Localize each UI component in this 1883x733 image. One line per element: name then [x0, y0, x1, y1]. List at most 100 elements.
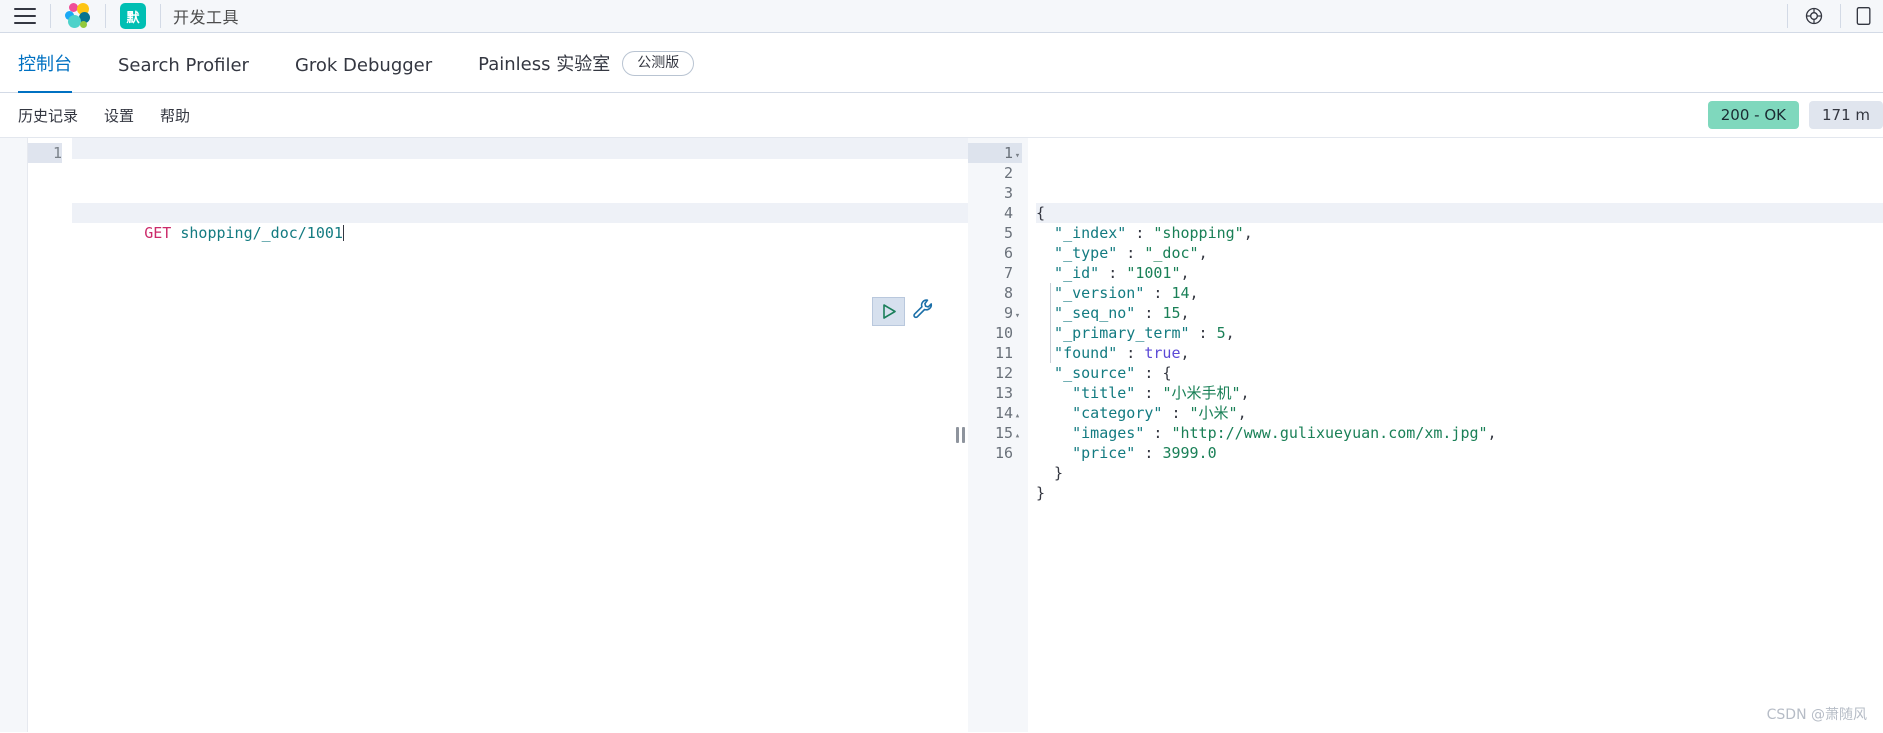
code-token: :: [1135, 304, 1163, 322]
space-selector-button[interactable]: 默: [106, 0, 160, 32]
response-line: "images" : "http://www.gulixueyuan.com/x…: [1036, 423, 1883, 443]
code-token: :: [1117, 344, 1145, 362]
response-line: [1036, 503, 1883, 523]
code-token: ,: [1487, 424, 1497, 442]
response-viewer-pane[interactable]: 1 ▾ 2 3 4 5 6 7 8 9 ▾ 10 11 12 13 14 ▴ 15 ▴ 16 { "_index" :…: [968, 138, 1883, 732]
code-token: {: [1036, 204, 1046, 222]
code-token: "images": [1036, 424, 1145, 442]
pane-splitter[interactable]: [952, 138, 968, 732]
text-caret: [342, 225, 344, 241]
response-line: "_index" : "shopping",: [1036, 223, 1883, 243]
request-actions: [872, 297, 935, 326]
code-token: :: [1144, 424, 1172, 442]
line-number: 1 ▾: [968, 143, 1022, 163]
response-status-group: 200 - OK 171 m: [1707, 101, 1883, 129]
code-token: 3999.0: [1162, 444, 1217, 462]
submenu-item-history[interactable]: 历史记录: [18, 105, 78, 126]
code-token: :: [1135, 444, 1163, 462]
line-number: 16: [994, 444, 1013, 462]
code-token: "_type": [1036, 244, 1118, 262]
code-token: ,: [1189, 284, 1199, 302]
indent-guide: [1050, 283, 1051, 363]
response-line: "_version" : 14,: [1036, 283, 1883, 303]
submenu-item-settings[interactable]: 设置: [104, 105, 134, 126]
code-token: "category": [1036, 404, 1163, 422]
tab-painless-lab-label: Painless 实验室: [478, 54, 611, 75]
response-line: "price" : 3999.0: [1036, 443, 1883, 463]
response-line-numbers: 1 ▾ 2 3 4 5 6 7 8 9 ▾ 10 11 12 13 14 ▴ 15 ▴ 16: [968, 138, 1028, 732]
console-editor-area: 1 GET shopping/_doc/1001 1 ▾ 2 3 4 5 6 7…: [0, 138, 1883, 732]
response-code-area[interactable]: { "_index" : "shopping", "_type" : "_doc…: [1028, 138, 1883, 732]
tab-console[interactable]: 控制台: [18, 50, 94, 93]
response-line: }: [1036, 483, 1883, 503]
code-token: "http://www.gulixueyuan.com/xm.jpg": [1171, 424, 1488, 442]
play-triangle-icon: [882, 304, 896, 319]
code-token: :: [1099, 264, 1127, 282]
drag-handle-icon[interactable]: [955, 427, 965, 443]
notebook-button[interactable]: [1841, 0, 1883, 32]
line-number: 12: [994, 364, 1013, 382]
tab-painless-lab[interactable]: Painless 实验室 公测版: [478, 50, 716, 92]
code-token: true: [1144, 344, 1181, 362]
tab-search-profiler[interactable]: Search Profiler: [118, 55, 271, 92]
response-line: "_seq_no" : 15,: [1036, 303, 1883, 323]
code-token: {: [1162, 364, 1172, 382]
elastic-home-link[interactable]: [51, 0, 105, 32]
open-documentation-button[interactable]: [911, 297, 935, 326]
page-title: 开发工具: [161, 0, 253, 32]
devtools-tab-bar: 控制台 Search Profiler Grok Debugger Painle…: [0, 33, 1883, 93]
nav-menu-button[interactable]: [0, 0, 50, 32]
code-token: }: [1036, 464, 1064, 482]
line-number: 6: [1003, 244, 1013, 262]
line-number: 4: [1003, 204, 1013, 222]
code-token: ,: [1225, 324, 1235, 342]
code-token: "_id": [1036, 264, 1100, 282]
space-avatar: 默: [120, 3, 146, 29]
code-token: ,: [1237, 404, 1247, 422]
line-number: 13: [994, 384, 1013, 402]
tab-console-label: 控制台: [18, 54, 72, 75]
code-token: "_index": [1036, 224, 1127, 242]
beta-badge: 公测版: [622, 50, 695, 76]
code-token: "_version": [1036, 284, 1145, 302]
tab-grok-debugger[interactable]: Grok Debugger: [295, 55, 454, 92]
code-token: "_source": [1036, 364, 1136, 382]
line-number: 3: [1003, 184, 1013, 202]
code-token: ,: [1180, 264, 1190, 282]
elastic-logo-icon: [65, 3, 91, 29]
response-line: }: [1036, 463, 1883, 483]
submenu-item-help[interactable]: 帮助: [160, 105, 190, 126]
code-token: }: [1036, 484, 1046, 502]
code-token: :: [1117, 244, 1145, 262]
watermark: CSDN @萧随风: [1766, 707, 1867, 723]
code-token: "_primary_term": [1036, 324, 1190, 342]
response-line: "_source" : {: [1036, 363, 1883, 383]
global-header: 默 开发工具: [0, 0, 1883, 33]
response-line: "category" : "小米",: [1036, 403, 1883, 423]
code-token: "found": [1036, 344, 1118, 362]
code-token: ,: [1180, 344, 1190, 362]
line-number: 5: [1003, 224, 1013, 242]
line-number: 1: [28, 143, 62, 163]
response-line: "_id" : "1001",: [1036, 263, 1883, 283]
code-token: ,: [1240, 384, 1250, 402]
response-line: "_primary_term" : 5,: [1036, 323, 1883, 343]
help-button[interactable]: [1788, 0, 1840, 32]
request-line-1[interactable]: GET shopping/_doc/1001: [72, 203, 968, 242]
code-token: "title": [1036, 384, 1136, 402]
current-line-highlight: [72, 138, 968, 159]
status-badge-code: 200 - OK: [1707, 101, 1799, 129]
line-number: 9 ▾: [968, 303, 1022, 323]
code-token: :: [1135, 384, 1163, 402]
lifebuoy-help-icon: [1805, 7, 1823, 25]
request-editor-pane[interactable]: 1 GET shopping/_doc/1001: [0, 138, 968, 732]
code-token: 15: [1162, 304, 1181, 322]
send-request-button[interactable]: [872, 297, 905, 326]
response-line: "found" : true,: [1036, 343, 1883, 363]
wrench-icon: [913, 299, 933, 319]
line-number: 14 ▴: [968, 403, 1022, 423]
header-right-actions: [1787, 0, 1883, 32]
request-code-area[interactable]: GET shopping/_doc/1001: [72, 138, 968, 732]
hamburger-menu-icon[interactable]: [14, 8, 36, 24]
code-token: "小米": [1189, 404, 1238, 422]
